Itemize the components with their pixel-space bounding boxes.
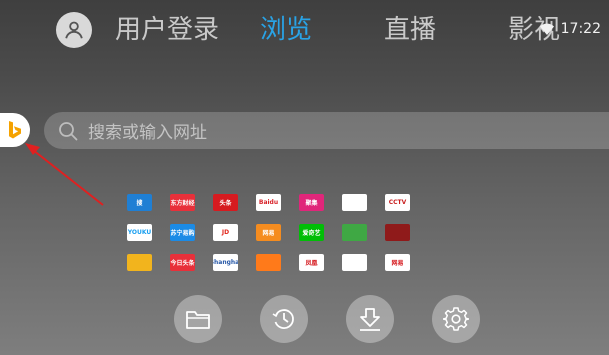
history-icon <box>272 309 294 329</box>
site-tile[interactable]: 苏宁易购 <box>170 224 195 241</box>
site-tile[interactable]: 头条 <box>213 194 238 211</box>
site-tile[interactable]: 爱奇艺 <box>299 224 324 241</box>
site-tile[interactable]: 网易 <box>385 254 410 271</box>
site-tile[interactable]: YOUKU <box>127 224 152 241</box>
site-tile[interactable]: 东方财经 <box>170 194 195 211</box>
gear-icon <box>443 307 469 331</box>
download-icon <box>360 308 380 331</box>
site-tile[interactable]: Shanghai <box>213 254 238 271</box>
site-tile[interactable]: 聚集 <box>299 194 324 211</box>
site-tile[interactable] <box>342 194 367 211</box>
bookmarks-button[interactable] <box>174 295 222 343</box>
site-tile[interactable] <box>256 254 281 271</box>
site-tile[interactable]: Baidu <box>256 194 281 211</box>
history-button[interactable] <box>260 295 308 343</box>
site-tile[interactable]: 搜 <box>127 194 152 211</box>
site-tile[interactable]: JD <box>213 224 238 241</box>
folder-icon <box>186 311 210 329</box>
annotation-arrow <box>25 143 104 206</box>
downloads-button[interactable] <box>346 295 394 343</box>
site-tile[interactable] <box>385 224 410 241</box>
site-tile[interactable] <box>127 254 152 271</box>
site-tile[interactable]: 网易 <box>256 224 281 241</box>
site-tile[interactable]: CCTV <box>385 194 410 211</box>
settings-button[interactable] <box>432 295 480 343</box>
site-tile[interactable] <box>342 254 367 271</box>
site-tile[interactable]: 今日头条 <box>170 254 195 271</box>
site-tile[interactable]: 凤凰 <box>299 254 324 271</box>
site-tiles: 搜 东方财经 头条 Baidu 聚集 CCTV YOUKU 苏宁易购 JD 网易 爱奇艺今日头条 Sh… <box>127 194 410 271</box>
site-tile[interactable] <box>342 224 367 241</box>
